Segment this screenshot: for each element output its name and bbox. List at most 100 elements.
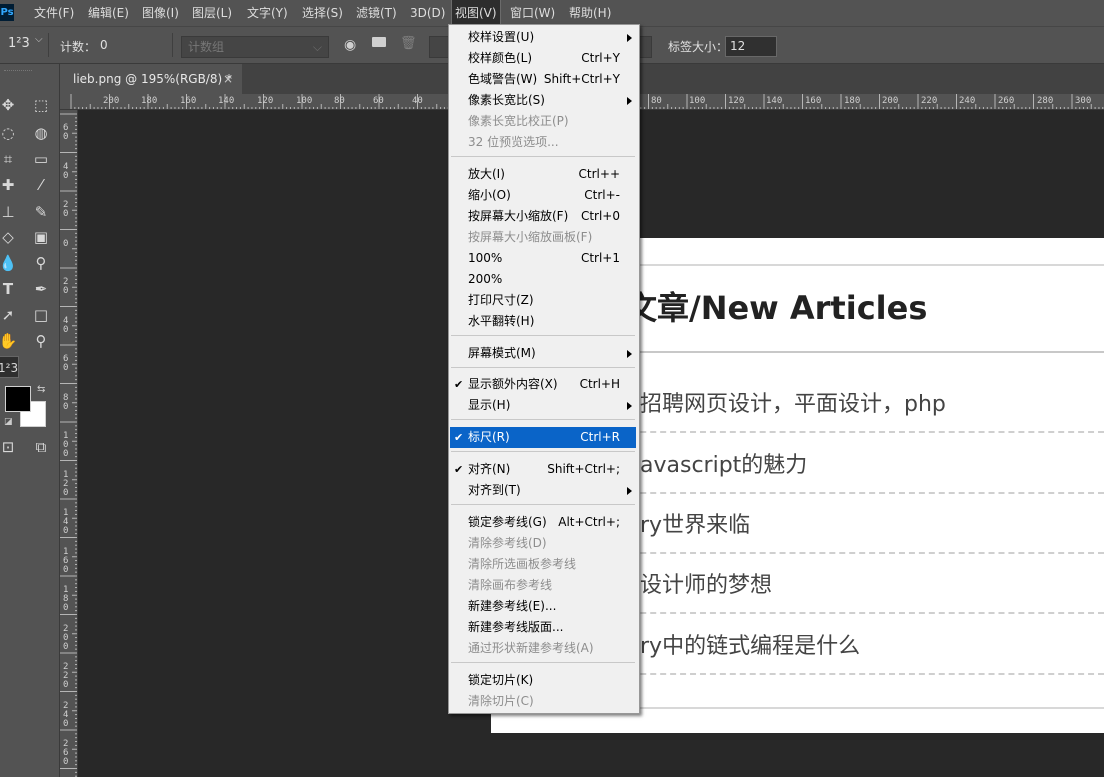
menu-item-lock-guides[interactable]: 锁定参考线(G) Alt+Ctrl+; [450, 512, 636, 533]
brush-icon[interactable]: ⁄ [30, 174, 52, 196]
crop-icon[interactable]: ⌗ [0, 148, 19, 170]
menu-item-200-percent[interactable]: 200% [450, 269, 636, 290]
menu-select[interactable]: 选择(S) [302, 0, 343, 26]
menu-item-zoom-out[interactable]: 缩小(O) Ctrl+- [450, 185, 636, 206]
chevron-down-icon: ⌵ [312, 40, 322, 54]
article-title[interactable]: avascript的魅力 [640, 436, 1104, 496]
menu-item-shortcut: Ctrl+Y [581, 51, 620, 65]
menu-filter[interactable]: 滤镜(T) [356, 0, 397, 26]
menu-item-snap[interactable]: ✔ 对齐(N) Shift+Ctrl+; [450, 459, 636, 480]
quick-mask-icon[interactable]: ⊡ [0, 436, 19, 458]
swap-colors-icon[interactable]: ⇆ [37, 384, 45, 395]
menu-item-proof-setup[interactable]: 校样设置(U) [450, 27, 636, 48]
default-colors-icon[interactable]: ◪ [4, 417, 13, 427]
menu-item-flip-horizontal[interactable]: 水平翻转(H) [450, 311, 636, 332]
menu-item-new-guide[interactable]: 新建参考线(E)... [450, 596, 636, 617]
article-title[interactable]: ry中的链式编程是什么 [640, 617, 1104, 677]
path-select-icon[interactable]: ➚ [0, 304, 19, 326]
ruler-tool-icon[interactable]: ▭ [30, 148, 52, 170]
menu-item-pixel-aspect-ratio[interactable]: 像素长宽比(S) [450, 90, 636, 111]
menu-3d[interactable]: 3D(D) [410, 0, 445, 26]
menu-item-label: 对齐到(T) [468, 483, 521, 497]
zoom-icon[interactable]: ⚲ [30, 330, 52, 352]
healing-icon[interactable]: ✚ [0, 174, 19, 196]
quick-select-icon[interactable]: ◍ [30, 122, 52, 144]
clone-stamp-icon[interactable]: ⊥ [0, 201, 19, 223]
label-field[interactable] [638, 36, 652, 58]
menu-item-lock-slices[interactable]: 锁定切片(K) [450, 670, 636, 691]
menu-window[interactable]: 窗口(W) [510, 0, 555, 26]
label-size-label: 标签大小： [668, 40, 729, 54]
ruler-label: 100 [296, 96, 313, 106]
pen-icon[interactable]: ✒ [30, 278, 52, 300]
ruler-label: 100 [63, 431, 69, 459]
dodge-icon[interactable]: ⚲ [30, 252, 52, 274]
menu-item-zoom-in[interactable]: 放大(I) Ctrl++ [450, 164, 636, 185]
document-tab[interactable]: lieb.png @ 195%(RGB/8) * × [60, 64, 242, 94]
menu-item-fit-on-screen[interactable]: 按屏幕大小缩放(F) Ctrl+0 [450, 206, 636, 227]
ruler-label: 120 [728, 96, 745, 106]
menu-item-screen-mode[interactable]: 屏幕模式(M) [450, 343, 636, 364]
menu-type[interactable]: 文字(Y) [247, 0, 288, 26]
hand-icon[interactable]: ✋ [0, 330, 19, 352]
label-size-input[interactable]: 12 [725, 36, 777, 57]
close-icon[interactable]: × [223, 64, 233, 94]
menu-item-show-extras[interactable]: ✔ 显示额外内容(X) Ctrl+H [450, 374, 636, 395]
menu-item-pixel-aspect-correction[interactable]: 像素长宽比校正(P) [450, 111, 636, 132]
menu-item-clear-guides[interactable]: 清除参考线(D) [450, 533, 636, 554]
folder-icon[interactable] [372, 37, 386, 47]
marquee-icon[interactable]: ⬚ [30, 94, 52, 116]
menu-item-new-guide-layout[interactable]: 新建参考线版面... [450, 617, 636, 638]
type-icon[interactable]: T [0, 278, 19, 300]
menu-item-clear-artboard-guides[interactable]: 清除所选画板参考线 [450, 554, 636, 575]
menu-item-label: 通过形状新建参考线(A) [468, 641, 594, 655]
ruler-vertical[interactable]: 60 40 20 0 20 40 60 80 100 120 140 160 180 200 220 240 2… [60, 110, 78, 777]
count-icon[interactable]: 1²3 [0, 356, 19, 378]
move-icon[interactable]: ✥ [0, 94, 19, 116]
menu-item-rulers[interactable]: ✔ 标尺(R) Ctrl+R [450, 427, 636, 448]
article-title[interactable]: ry世界来临 [640, 496, 1104, 556]
menu-view[interactable]: 视图(V) [451, 0, 501, 27]
blur-icon[interactable]: 💧 [0, 252, 19, 274]
menu-image[interactable]: 图像(I) [142, 0, 179, 26]
article-title[interactable]: 设计师的梦想 [640, 556, 1104, 616]
menu-help[interactable]: 帮助(H) [569, 0, 611, 26]
foreground-color-icon[interactable] [5, 386, 31, 412]
menu-item-clear-canvas-guides[interactable]: 清除画布参考线 [450, 575, 636, 596]
menu-layer[interactable]: 图层(L) [192, 0, 232, 26]
menu-item-proof-colors[interactable]: 校样颜色(L) Ctrl+Y [450, 48, 636, 69]
screen-mode-icon[interactable]: ⧉ [30, 436, 52, 458]
menu-item-print-size[interactable]: 打印尺寸(Z) [450, 290, 636, 311]
count-tool-icon[interactable]: 1²3 [8, 36, 30, 51]
submenu-arrow-icon [627, 487, 632, 495]
chevron-down-icon[interactable]: ⌵ [35, 34, 43, 45]
menu-item-gamut-warning[interactable]: 色域警告(W) Shift+Ctrl+Y [450, 69, 636, 90]
menu-item-guides-from-shape[interactable]: 通过形状新建参考线(A) [450, 638, 636, 659]
menu-item-fit-artboard[interactable]: 按屏幕大小缩放画板(F) [450, 227, 636, 248]
menu-item-snap-to[interactable]: 对齐到(T) [450, 480, 636, 501]
menu-file[interactable]: 文件(F) [34, 0, 74, 26]
divider [172, 33, 173, 57]
panel-grip[interactable] [4, 70, 32, 73]
eraser-icon[interactable]: ◇ [0, 226, 19, 248]
eye-icon[interactable]: ◉ [344, 37, 356, 53]
trash-icon[interactable]: 🗑 [400, 36, 417, 51]
color-button[interactable] [429, 36, 449, 58]
count-group-select[interactable]: 计数组 ⌵ [181, 36, 329, 58]
gradient-icon[interactable]: ▣ [30, 226, 52, 248]
rectangle-icon[interactable]: □ [30, 304, 52, 326]
menu-item-100-percent[interactable]: 100% Ctrl+1 [450, 248, 636, 269]
lasso-icon[interactable]: ◌ [0, 122, 19, 144]
menu-item-shortcut: Ctrl+H [579, 377, 620, 391]
menu-item-label: 100% [468, 251, 503, 265]
history-brush-icon[interactable]: ✎ [30, 201, 52, 223]
menu-separator [451, 504, 635, 505]
menu-item-label: 色域警告(W) [468, 72, 538, 86]
ruler-label: 200 [882, 96, 899, 106]
menu-item-clear-slices[interactable]: 清除切片(C) [450, 691, 636, 712]
menu-item-32bit-preview[interactable]: 32 位预览选项... [450, 132, 636, 153]
menu-item-show[interactable]: 显示(H) [450, 395, 636, 416]
ruler-label: 40 [63, 315, 69, 335]
article-title[interactable]: 招聘网页设计，平面设计，php [640, 375, 1104, 435]
menu-edit[interactable]: 编辑(E) [88, 0, 129, 26]
